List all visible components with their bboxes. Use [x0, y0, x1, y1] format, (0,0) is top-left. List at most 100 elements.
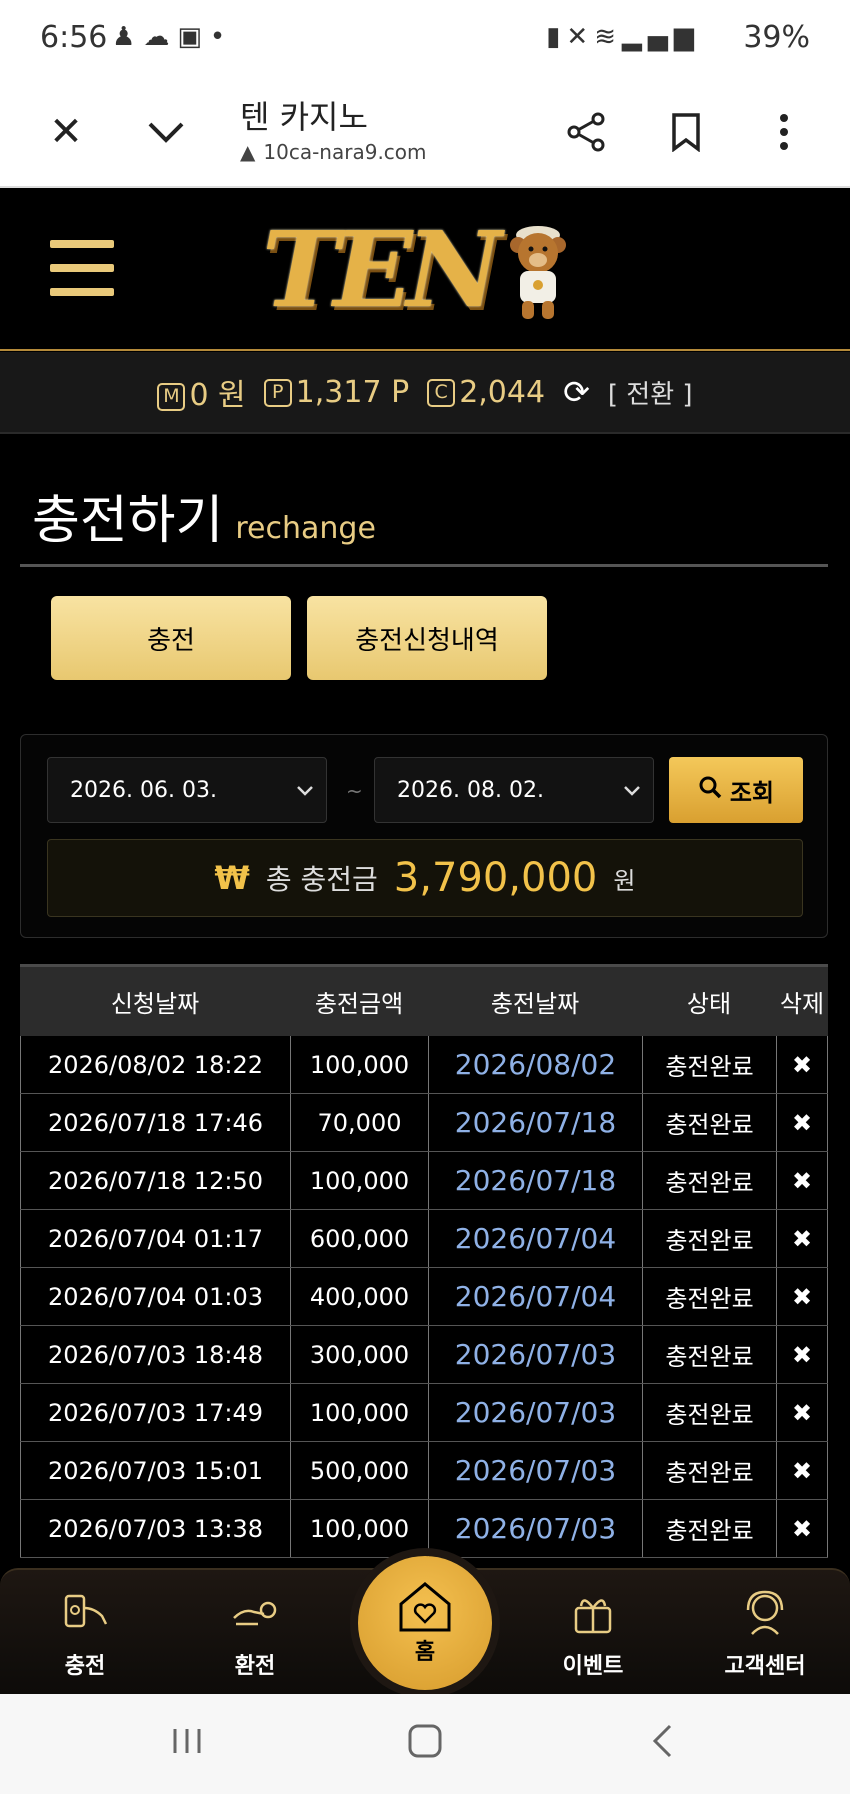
row-amount: 600,000 [290, 1210, 428, 1267]
gift-icon [574, 1599, 612, 1634]
row-requested-date: 2026/07/03 17:49 [20, 1384, 290, 1441]
mute-icon: ✕ [566, 22, 595, 52]
tab-charge-history[interactable]: 충전신청내역 [307, 596, 547, 680]
delete-icon[interactable]: ✖ [776, 1326, 828, 1383]
row-status: 충전완료 [642, 1384, 776, 1441]
point-balance: P 1,317 P [263, 375, 409, 410]
delete-icon[interactable]: ✖ [776, 1500, 828, 1557]
nav-exchange-label: 환전 [234, 1654, 276, 1679]
row-requested-date: 2026/07/04 01:03 [20, 1268, 290, 1325]
nav-exchange[interactable]: 환전 [190, 1588, 320, 1688]
table-row: 2026/07/04 01:03 400,000 2026/07/04 충전완료 ✖ [20, 1268, 828, 1326]
table-row: 2026/07/04 01:17 600,000 2026/07/04 충전완료 ✖ [20, 1210, 828, 1268]
coin-badge-icon: C [427, 379, 456, 407]
row-charged-date[interactable]: 2026/07/03 [428, 1500, 642, 1557]
won-icon: ₩ [214, 859, 250, 897]
nav-charge[interactable]: 충전 [20, 1588, 150, 1688]
delete-icon[interactable]: ✖ [776, 1036, 828, 1093]
header-amount: 충전금액 [314, 990, 404, 1018]
header-requested-date: 신청날짜 [110, 990, 200, 1018]
more-menu-icon[interactable] [754, 102, 814, 162]
money-value: 0 원 [189, 378, 246, 413]
home-icon[interactable] [395, 1716, 455, 1766]
row-requested-date: 2026/08/02 18:22 [20, 1036, 290, 1093]
row-charged-date[interactable]: 2026/07/18 [428, 1152, 642, 1209]
headset-icon [746, 1590, 784, 1635]
end-date-select[interactable]: 2026. 08. 02. [374, 757, 654, 823]
row-status: 충전완료 [642, 1210, 776, 1267]
bear-mascot-icon [502, 213, 574, 325]
row-charged-date[interactable]: 2026/07/18 [428, 1094, 642, 1151]
table-row: 2026/07/03 15:01 500,000 2026/07/03 충전완료 ✖ [20, 1442, 828, 1500]
header-delete: 삭제 [779, 990, 825, 1018]
end-date-value: 2026. 08. 02. [397, 777, 544, 803]
row-charged-date[interactable]: 2026/07/03 [428, 1442, 642, 1499]
wifi-icon: ≋ [594, 22, 622, 52]
delete-icon[interactable]: ✖ [776, 1384, 828, 1441]
tab-charge[interactable]: 충전 [51, 596, 291, 680]
home-heart-icon [399, 1582, 451, 1632]
nav-home-button[interactable]: 홈 [358, 1556, 492, 1690]
row-charged-date[interactable]: 2026/07/04 [428, 1268, 642, 1325]
chevron-down-icon [296, 778, 314, 802]
total-charge-label: 총 충전금 [265, 863, 378, 896]
row-amount: 100,000 [290, 1036, 428, 1093]
coin-value: 2,044 [459, 374, 546, 410]
exchange-hand-icon [233, 1601, 277, 1626]
table-row: 2026/08/02 18:22 100,000 2026/08/02 충전완료 ✖ [20, 1036, 828, 1094]
delete-icon[interactable]: ✖ [776, 1442, 828, 1499]
table-row: 2026/07/18 17:46 70,000 2026/07/18 충전완료 ✖ [20, 1094, 828, 1152]
nav-event-label: 이벤트 [562, 1654, 624, 1679]
delete-icon[interactable]: ✖ [776, 1152, 828, 1209]
page-title-text: 충전하기 [32, 491, 224, 551]
site-header: TEN [0, 188, 850, 351]
convert-button[interactable]: [ 전환 ] [608, 374, 693, 411]
point-badge-icon: P [263, 379, 292, 407]
back-icon[interactable] [632, 1716, 692, 1766]
row-status: 충전완료 [642, 1152, 776, 1209]
dot-icon: • [209, 22, 234, 52]
chevron-down-icon [623, 778, 641, 802]
start-date-select[interactable]: 2026. 06. 03. [47, 757, 327, 823]
notification-icons: ♟☁▣• [112, 22, 233, 52]
table-row: 2026/07/03 18:48 300,000 2026/07/03 충전완료 ✖ [20, 1326, 828, 1384]
browser-url[interactable]: ▲ 10ca-nara9.com [240, 140, 427, 164]
row-status: 충전완료 [642, 1500, 776, 1557]
row-status: 충전완료 [642, 1036, 776, 1093]
browser-toolbar: ✕ 텐 카지노 ▲ 10ca-nara9.com [0, 80, 850, 188]
cloud-icon: ☁ [143, 22, 178, 52]
share-icon[interactable] [556, 102, 616, 162]
row-status: 충전완료 [642, 1326, 776, 1383]
row-charged-date[interactable]: 2026/08/02 [428, 1036, 642, 1093]
bookmark-icon[interactable] [656, 102, 716, 162]
nav-support[interactable]: 고객센터 [700, 1588, 830, 1688]
row-requested-date: 2026/07/18 17:46 [20, 1094, 290, 1151]
page-subtitle: rechange [235, 511, 376, 546]
search-icon [698, 775, 722, 805]
row-charged-date[interactable]: 2026/07/04 [428, 1210, 642, 1267]
row-requested-date: 2026/07/04 01:17 [20, 1210, 290, 1267]
close-icon[interactable]: ✕ [36, 102, 96, 162]
total-charge-summary: ₩ 총 충전금 3,790,000 원 [47, 839, 803, 917]
recent-apps-icon[interactable] [157, 1716, 217, 1766]
search-button[interactable]: 조회 [669, 757, 803, 823]
hamburger-menu-icon[interactable] [50, 240, 114, 296]
delete-icon[interactable]: ✖ [776, 1094, 828, 1151]
android-nav-bar [0, 1694, 850, 1794]
delete-icon[interactable]: ✖ [776, 1268, 828, 1325]
nav-event[interactable]: 이벤트 [528, 1588, 658, 1688]
chevron-down-icon[interactable] [136, 102, 196, 162]
total-charge-value: 3,790,000 [393, 855, 598, 901]
image-icon: ▣ [177, 22, 210, 52]
row-charged-date[interactable]: 2026/07/03 [428, 1326, 642, 1383]
money-balance: M0 원 [157, 370, 246, 414]
system-icons: ▮✕≋▂▄▆ [546, 22, 700, 52]
header-status: 상태 [686, 990, 732, 1018]
row-charged-date[interactable]: 2026/07/03 [428, 1384, 642, 1441]
browser-page-title: 텐 카지노 [240, 98, 368, 136]
ten-logo[interactable]: TEN [262, 208, 582, 331]
delete-icon[interactable]: ✖ [776, 1210, 828, 1267]
row-amount: 100,000 [290, 1152, 428, 1209]
charge-history-table: 신청날짜 충전금액 충전날짜 상태 삭제 2026/08/02 18:22 100… [20, 964, 828, 1558]
refresh-icon[interactable]: ⟳ [563, 373, 590, 411]
